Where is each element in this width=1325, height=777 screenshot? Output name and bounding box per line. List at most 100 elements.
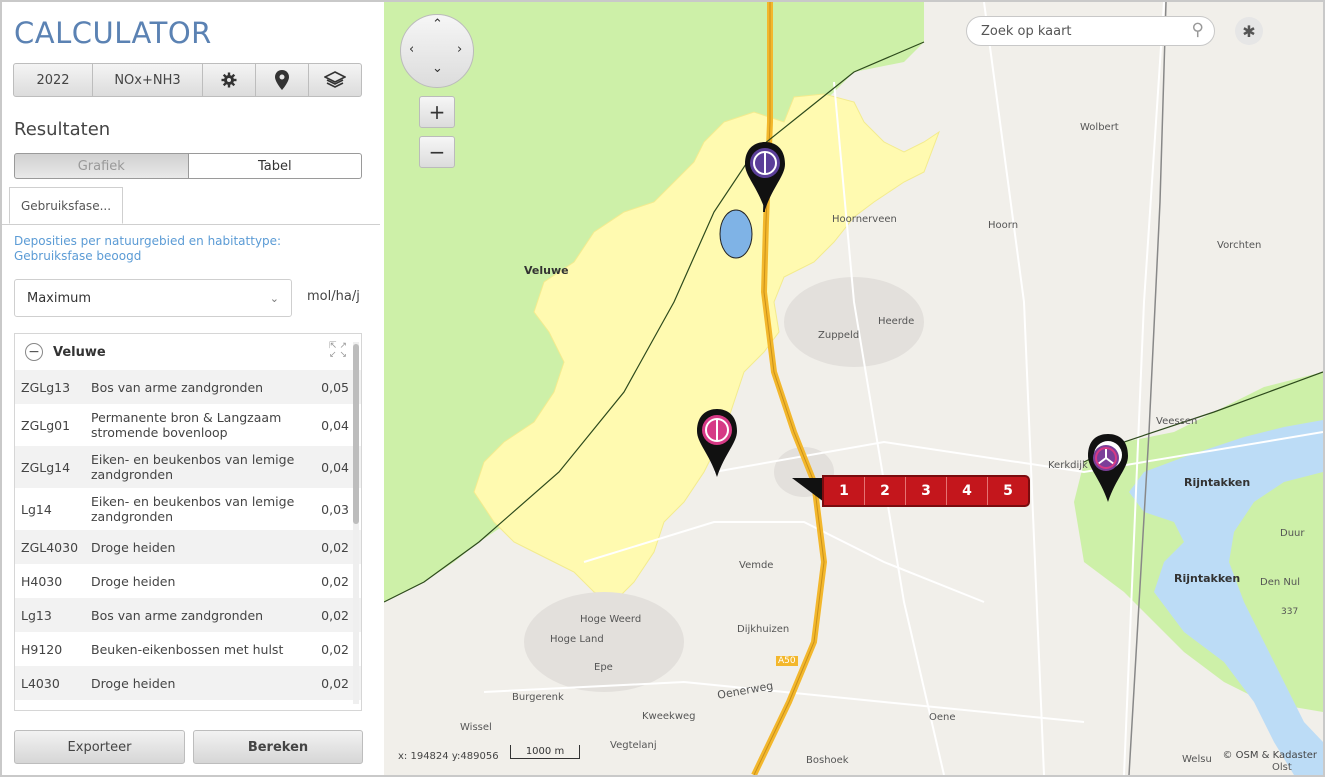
expand-icon[interactable]: ⇱ ↗ ↙ ↘: [329, 342, 347, 360]
place-label: Olst: [1272, 762, 1292, 773]
chart-view-button[interactable]: Grafiek: [14, 153, 189, 179]
habitat-name: Droge heiden: [91, 573, 176, 589]
place-label: Kweekweg: [642, 711, 696, 722]
place-label: Hoornerveen: [832, 214, 897, 225]
list-rows: ZGLg13 Bos van arme zandgronden 0,05 ZGLg01…: [15, 370, 361, 700]
place-label: Hoge Weerd: [580, 614, 642, 625]
phase-tabbar: Gebruiksfase...: [2, 187, 380, 225]
marker-number[interactable]: 3: [905, 477, 946, 505]
place-label: Epe: [594, 662, 613, 673]
deposition-value: 0,02: [321, 607, 349, 623]
location-button[interactable]: [256, 63, 309, 97]
deposition-value: 0,05: [321, 379, 349, 395]
substance-button[interactable]: NOx+NH3: [93, 63, 203, 97]
collapse-icon[interactable]: −: [25, 343, 43, 361]
deposition-value: 0,02: [321, 641, 349, 657]
table-row[interactable]: ZGL4030 Droge heiden 0,02: [15, 530, 361, 564]
habitat-name: Beuken-eikenbossen met hulst: [91, 641, 284, 657]
place-label: Kerkdijk: [1048, 460, 1088, 471]
deposition-value: 0,04: [321, 417, 349, 433]
zoom-out-button[interactable]: −: [419, 136, 455, 168]
table-row[interactable]: ZGLg14 Eiken- en beukenbos van lemige zan…: [15, 446, 361, 488]
scrollbar-thumb[interactable]: [353, 344, 359, 524]
railway: [1128, 2, 1167, 775]
map-search-input[interactable]: Zoek op kaart ⚲: [966, 16, 1215, 46]
habitat-code: ZGLg14: [21, 459, 71, 475]
toolbar: 2022 NOx+NH3: [13, 63, 362, 99]
app-window: CALCULATOR 2022 NOx+NH3 Resultaten Grafi…: [0, 0, 1325, 777]
habitat-code: H4030: [21, 573, 63, 589]
table-row[interactable]: ZGLg01 Permanente bron & Langzaam stromen…: [15, 404, 361, 446]
map-canvas: [384, 2, 1323, 775]
calculation-marker-bar[interactable]: 1 2 3 4 5: [822, 475, 1030, 507]
deposition-value: 0,02: [321, 539, 349, 555]
habitat-name: Eiken- en beukenbos van lemige zandgrond…: [91, 452, 295, 482]
marker-number[interactable]: 2: [864, 477, 905, 505]
location-pin-icon: [275, 70, 289, 90]
habitat-code: H9120: [21, 641, 63, 657]
place-label: Rijntakken: [1174, 572, 1241, 585]
lake: [719, 209, 753, 259]
place-label: Vorchten: [1217, 240, 1262, 251]
deposition-value: 0,02: [321, 573, 349, 589]
layers-icon: [324, 71, 346, 88]
marker-number[interactable]: 1: [824, 477, 864, 505]
marker-number[interactable]: 5: [987, 477, 1028, 505]
table-row[interactable]: H4030 Droge heiden 0,02: [15, 564, 361, 598]
habitat-name: Eiken- en beukenbos van lemige zandgrond…: [91, 494, 295, 524]
deposition-value: 0,02: [321, 675, 349, 691]
table-view-button[interactable]: Tabel: [188, 153, 362, 179]
pan-right-icon[interactable]: ›: [457, 42, 462, 57]
aggregation-select-value: Maximum: [27, 290, 92, 306]
deposition-value: 0,03: [321, 501, 349, 517]
search-icon[interactable]: ⚲: [1192, 20, 1204, 40]
table-row[interactable]: L4030 Droge heiden 0,02: [15, 666, 361, 700]
results-description: Deposities per natuurgebied en habitatty…: [14, 234, 282, 263]
place-label: Den Nul: [1260, 577, 1300, 588]
habitat-name: Droge heiden: [91, 539, 176, 555]
aggregation-select[interactable]: Maximum ⌄: [14, 279, 292, 317]
coordinate-readout: x: 194824 y:489056: [398, 751, 499, 762]
pan-left-icon[interactable]: ‹: [409, 42, 414, 57]
year-button[interactable]: 2022: [13, 63, 93, 97]
area-title: Veluwe: [53, 344, 106, 360]
gear-icon: [221, 72, 237, 88]
place-label: Wissel: [460, 722, 492, 733]
pan-down-icon[interactable]: ⌄: [432, 61, 443, 76]
table-row[interactable]: H9120 Beuken-eikenbossen met hulst 0,02: [15, 632, 361, 666]
scale-bar: 1000 m: [510, 745, 580, 759]
road-label: 337: [1281, 607, 1299, 617]
map-view[interactable]: Veluwe Hoornerveen Hoorn Wolbert Vorchte…: [384, 2, 1323, 775]
chevron-down-icon: ⌄: [269, 291, 279, 305]
tab-usage-phase[interactable]: Gebruiksfase...: [9, 187, 123, 224]
place-label: Veessen: [1156, 416, 1198, 427]
results-panel: CALCULATOR 2022 NOx+NH3 Resultaten Grafi…: [2, 2, 380, 775]
table-row[interactable]: Lg13 Bos van arme zandgronden 0,02: [15, 598, 361, 632]
place-label: Hoge Land: [550, 634, 604, 645]
deposition-value: 0,04: [321, 459, 349, 475]
habitat-code: Lg14: [21, 501, 52, 517]
table-row[interactable]: ZGLg13 Bos van arme zandgronden 0,05: [15, 370, 361, 404]
table-row[interactable]: Lg14 Eiken- en beukenbos van lemige zandg…: [15, 488, 361, 530]
settings-button[interactable]: [203, 63, 256, 97]
place-label: Heerde: [878, 316, 915, 327]
map-attribution: © OSM & Kadaster: [1222, 750, 1317, 761]
habitat-name: Bos van arme zandgronden: [91, 607, 264, 623]
calculate-button[interactable]: Bereken: [193, 730, 363, 764]
habitat-code: ZGLg13: [21, 379, 71, 395]
map-search-placeholder: Zoek op kaart: [981, 23, 1072, 39]
place-label: Burgerenk: [512, 692, 564, 703]
place-label: Zuppeld: [818, 330, 860, 341]
pan-control[interactable]: ⌃ ⌄ ‹ ›: [400, 14, 474, 88]
place-label: Rijntakken: [1184, 476, 1251, 489]
layers-button[interactable]: [309, 63, 362, 97]
export-button[interactable]: Exporteer: [14, 730, 185, 764]
place-label: Hoorn: [988, 220, 1019, 231]
place-label: Dijkhuizen: [737, 624, 790, 635]
pan-up-icon[interactable]: ⌃: [432, 17, 443, 32]
map-settings-icon[interactable]: ✱: [1235, 17, 1263, 45]
place-label: Duur: [1280, 528, 1305, 539]
zoom-in-button[interactable]: +: [419, 96, 455, 128]
habitat-code: Lg13: [21, 607, 52, 623]
marker-number[interactable]: 4: [946, 477, 987, 505]
